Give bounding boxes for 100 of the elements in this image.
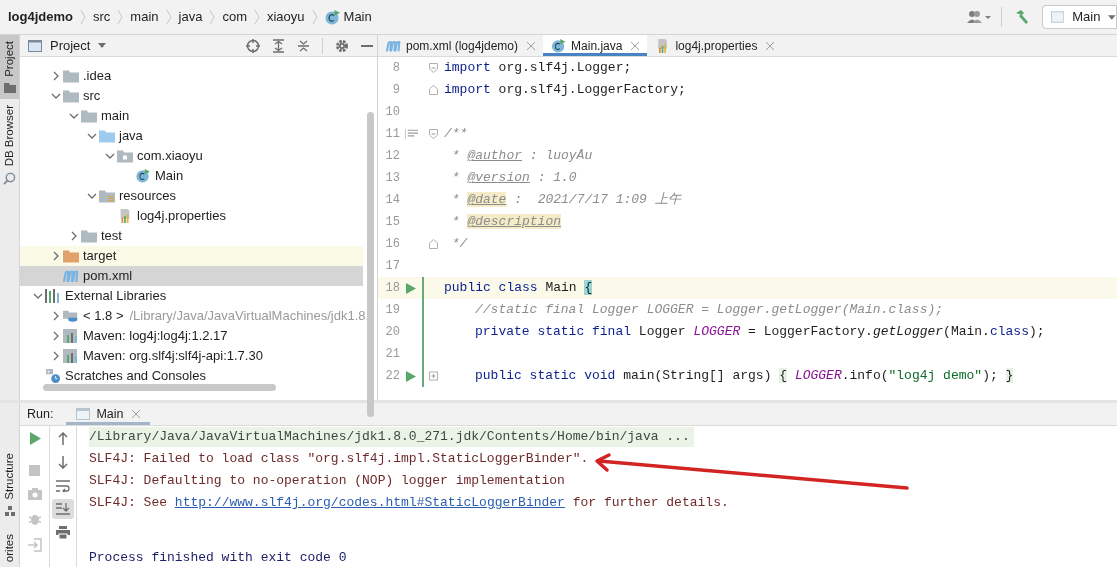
tree-item[interactable]: Scratches and Consoles bbox=[20, 366, 363, 386]
window-icon bbox=[28, 39, 42, 52]
breadcrumb-separator-icon bbox=[117, 9, 124, 25]
run-configuration-dropdown[interactable]: Main bbox=[1042, 5, 1117, 29]
tree-item[interactable]: target bbox=[20, 246, 363, 266]
tree-item[interactable]: Main bbox=[20, 166, 363, 186]
breadcrumb-item[interactable]: log4jdemo bbox=[8, 7, 73, 27]
chevron-down-icon[interactable] bbox=[104, 152, 115, 160]
line-number: 19 bbox=[384, 302, 400, 319]
side-tab[interactable]: DB Browser bbox=[0, 98, 19, 192]
soft-wrap-icon[interactable] bbox=[56, 480, 70, 492]
breadcrumb-separator-icon bbox=[80, 9, 86, 25]
horizontal-scrollbar[interactable] bbox=[43, 384, 276, 391]
close-icon[interactable] bbox=[131, 410, 140, 418]
side-tab[interactable]: Project bbox=[0, 35, 19, 99]
side-tab[interactable]: orites bbox=[0, 533, 19, 562]
tree-item[interactable]: src bbox=[20, 86, 363, 106]
chevron-down-icon[interactable] bbox=[86, 132, 97, 140]
class-icon bbox=[135, 169, 151, 183]
editor-tab[interactable]: log4j.properties bbox=[647, 35, 783, 56]
close-icon[interactable] bbox=[631, 41, 640, 50]
vertical-scrollbar[interactable] bbox=[367, 112, 374, 417]
up-arrow-icon[interactable] bbox=[58, 432, 68, 445]
tree-item[interactable]: log4j.properties bbox=[20, 206, 363, 226]
chevron-down-icon[interactable] bbox=[50, 92, 61, 100]
expand-all-icon[interactable] bbox=[272, 38, 285, 53]
print-icon[interactable] bbox=[56, 526, 70, 539]
folder-icon bbox=[99, 129, 115, 143]
hide-icon[interactable] bbox=[361, 44, 373, 47]
breadcrumb-item[interactable]: java bbox=[178, 7, 203, 27]
scroll-to-end-button[interactable] bbox=[52, 499, 74, 519]
folder-icon bbox=[81, 109, 97, 123]
breadcrumb-item[interactable]: xiaoyu bbox=[266, 7, 305, 27]
tree-item[interactable]: .idea bbox=[20, 66, 363, 86]
chevron-down-icon[interactable] bbox=[32, 292, 43, 300]
tree-item[interactable]: test bbox=[20, 226, 363, 246]
tree-item[interactable]: com.xiaoyu bbox=[20, 146, 363, 166]
rendered-doc-icon[interactable] bbox=[404, 129, 418, 139]
tree-item[interactable]: External Libraries bbox=[20, 286, 363, 306]
code-line: /** bbox=[443, 125, 468, 144]
tree-item[interactable]: Maven: log4j:log4j:1.2.17 bbox=[20, 326, 363, 346]
folder-icon bbox=[63, 89, 79, 103]
tree-item[interactable]: resources bbox=[20, 186, 363, 206]
run-icon[interactable] bbox=[406, 370, 416, 382]
window-icon bbox=[76, 408, 91, 420]
tree-item[interactable]: main bbox=[20, 106, 363, 126]
tree-item-label: Main bbox=[155, 167, 184, 186]
chevron-right-icon[interactable] bbox=[51, 71, 60, 81]
class-icon bbox=[324, 9, 340, 25]
library-books-icon bbox=[45, 289, 61, 303]
run-icon[interactable] bbox=[28, 432, 41, 445]
breadcrumb-item[interactable]: com bbox=[222, 7, 247, 27]
project-view-dropdown[interactable]: Project bbox=[50, 35, 107, 56]
fold-icon[interactable] bbox=[428, 239, 438, 249]
console-line: SLF4J: See http://www.slf4j.org/codes.html#StaticLoggerBinder for further details. bbox=[89, 494, 729, 513]
settings-icon[interactable] bbox=[335, 38, 349, 53]
tree-item[interactable]: java bbox=[20, 126, 363, 146]
tree-item-label: resources bbox=[119, 187, 177, 206]
side-tab[interactable]: Structure bbox=[0, 453, 19, 500]
code-line: public static void main(String[] args) { LOGGER.info("log4j demo"); } bbox=[474, 367, 1014, 386]
console-link[interactable]: http://www.slf4j.org/codes.html#StaticLoggerBinder bbox=[174, 495, 565, 511]
tree-item-label: src bbox=[83, 87, 101, 106]
expand-fold-icon[interactable] bbox=[428, 371, 438, 381]
close-icon[interactable] bbox=[527, 41, 536, 50]
editor-tab[interactable]: pom.xml (log4jdemo) bbox=[378, 35, 544, 56]
breadcrumb-item[interactable]: main bbox=[130, 7, 159, 27]
tree-item-label: Maven: org.slf4j:slf4j-api:1.7.30 bbox=[83, 347, 263, 366]
locate-icon[interactable] bbox=[246, 38, 260, 53]
line-number: 12 bbox=[384, 148, 400, 165]
chevron-down-icon[interactable] bbox=[86, 192, 97, 200]
users-icon[interactable] bbox=[967, 10, 993, 24]
maven-file-icon bbox=[63, 269, 79, 283]
breadcrumb-item[interactable]: Main bbox=[324, 7, 372, 27]
scroll-to-end-icon bbox=[56, 503, 70, 515]
line-number: 15 bbox=[384, 214, 400, 231]
fold-icon[interactable] bbox=[428, 63, 438, 73]
collapse-all-icon[interactable] bbox=[297, 38, 310, 53]
class-icon bbox=[551, 38, 567, 53]
code-line: public class Main { bbox=[443, 279, 593, 298]
line-number: 21 bbox=[384, 346, 400, 363]
down-arrow-icon[interactable] bbox=[58, 456, 68, 469]
chevron-down-icon[interactable] bbox=[68, 112, 79, 120]
code-line: import org.slf4j.LoggerFactory; bbox=[443, 81, 686, 100]
folder-icon bbox=[81, 229, 97, 243]
hammer-icon[interactable] bbox=[1014, 9, 1030, 25]
console-line: SLF4J: Defaulting to no-operation (NOP) logger implementation bbox=[89, 472, 565, 491]
tree-item-label: < 1.8 > bbox=[83, 307, 124, 326]
breadcrumb-item[interactable]: src bbox=[93, 7, 111, 27]
run-icon[interactable] bbox=[406, 282, 416, 294]
editor-tab[interactable]: Main.java bbox=[543, 35, 648, 56]
tree-item[interactable]: Maven: org.slf4j:slf4j-api:1.7.30 bbox=[20, 346, 363, 366]
line-number: 13 bbox=[384, 170, 400, 187]
tree-item[interactable]: pom.xml bbox=[20, 266, 363, 286]
close-icon[interactable] bbox=[766, 41, 775, 50]
code-line: import org.slf4j.Logger; bbox=[443, 59, 632, 78]
breadcrumb-separator-icon bbox=[311, 9, 318, 25]
tree-item-label: .idea bbox=[83, 67, 112, 86]
console-line: Process finished with exit code 0 bbox=[89, 549, 347, 567]
fold-icon[interactable] bbox=[428, 85, 438, 95]
fold-icon[interactable] bbox=[428, 129, 438, 139]
